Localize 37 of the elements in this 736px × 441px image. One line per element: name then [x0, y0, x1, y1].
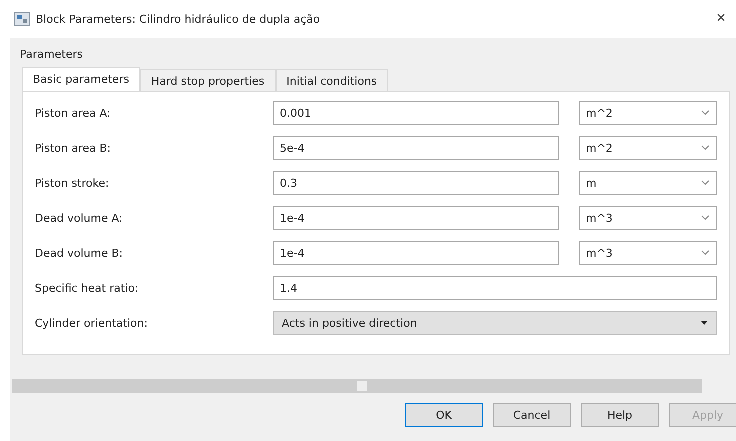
- parameter-label: Specific heat ratio:: [35, 282, 140, 294]
- tab[interactable]: Basic parameters: [22, 67, 140, 91]
- dialog-button[interactable]: Cancel: [493, 403, 571, 427]
- window-icon: [14, 12, 30, 26]
- group-title: Parameters: [20, 48, 84, 61]
- value-field[interactable]: 1.4: [273, 276, 717, 300]
- close-button[interactable]: ×: [716, 10, 726, 28]
- value-field[interactable]: 0.3: [273, 171, 559, 195]
- window-title: Block Parameters: Cilindro hidráulico de dupla ação: [36, 12, 322, 26]
- tab[interactable]: Hard stop properties: [140, 69, 276, 91]
- dialog-button[interactable]: Help: [581, 403, 659, 427]
- orientation-dropdown[interactable]: Acts in positive direction: [273, 311, 717, 335]
- dropdown-arrow-icon: [701, 321, 708, 325]
- parameter-label: Dead volume B:: [35, 246, 124, 260]
- chevron-down-icon: [701, 250, 710, 256]
- chevron-down-icon: [701, 215, 710, 221]
- chevron-down-icon: [701, 145, 710, 151]
- unit-dropdown[interactable]: m^2: [579, 136, 717, 160]
- parameter-label: Cylinder orientation:: [35, 316, 149, 330]
- chevron-down-icon: [701, 110, 710, 116]
- value-field[interactable]: 5e-4: [273, 136, 559, 160]
- value-field[interactable]: 1e-4: [273, 206, 559, 230]
- value-field[interactable]: 1e-4: [273, 241, 559, 265]
- dialog-button[interactable]: OK: [405, 403, 483, 427]
- parameter-label: Piston stroke:: [35, 176, 110, 190]
- tab[interactable]: Initial conditions: [276, 69, 388, 91]
- unit-dropdown[interactable]: m^3: [579, 241, 717, 265]
- parameter-label: Dead volume A:: [35, 212, 124, 224]
- unit-dropdown[interactable]: m^3: [579, 206, 717, 230]
- horizontal-scrollbar[interactable]: [12, 379, 702, 393]
- chevron-down-icon: [701, 180, 710, 186]
- parameter-label: Piston area B:: [35, 142, 112, 154]
- unit-dropdown[interactable]: m: [579, 171, 717, 195]
- unit-dropdown[interactable]: m^2: [579, 101, 717, 125]
- value-field[interactable]: 0.001: [273, 101, 559, 125]
- scrollbar-thumb[interactable]: [357, 381, 367, 391]
- parameter-label: Piston area A:: [35, 106, 112, 120]
